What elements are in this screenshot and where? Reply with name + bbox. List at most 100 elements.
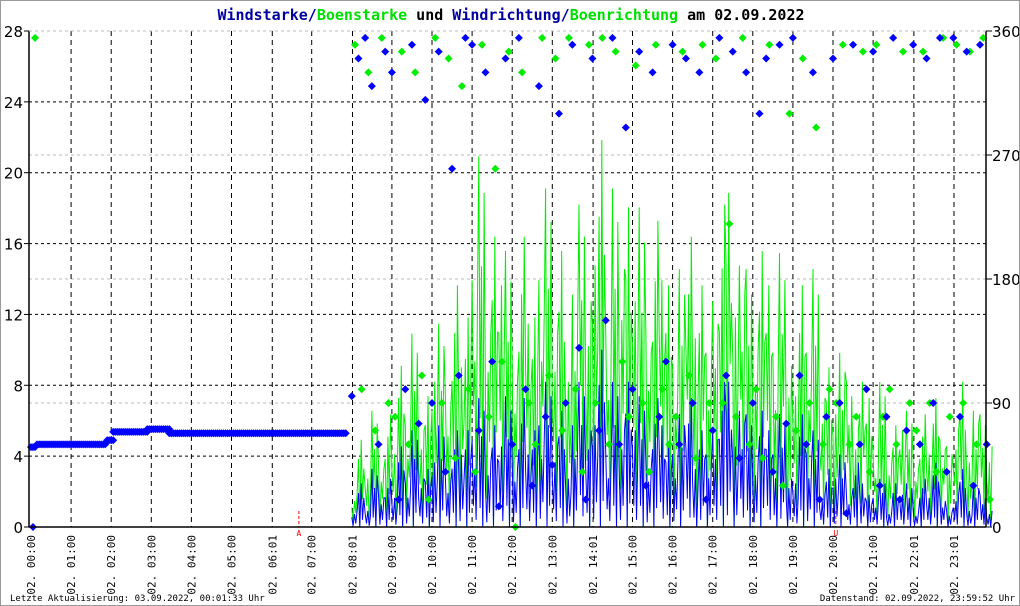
left-tick-label: 4	[13, 448, 23, 466]
wind-direction-point	[434, 47, 443, 56]
wind-direction-point	[588, 54, 597, 63]
wind-direction-point	[668, 40, 677, 49]
gust-direction-point	[564, 33, 573, 42]
wind-direction-point	[742, 68, 751, 77]
gust-direction-point	[558, 426, 567, 435]
gust-direction-point	[31, 33, 40, 42]
wind-direction-point	[361, 33, 370, 42]
right-tick-label: 180	[992, 271, 1020, 289]
x-tick-label: 02. 14:01	[587, 535, 600, 595]
title-part: und	[407, 6, 452, 24]
gust-direction-point	[959, 399, 968, 407]
data-marks: AU	[27, 33, 994, 538]
x-tick-label: 02. 13:00	[546, 535, 559, 595]
gust-direction-point	[885, 385, 894, 394]
wind-direction-point	[448, 164, 457, 173]
right-tick-label: 360	[992, 23, 1020, 41]
x-tick-label: 02. 15:00	[627, 535, 640, 595]
gust-direction-point	[765, 40, 774, 49]
wind-direction-point	[354, 54, 363, 63]
title-part: Windrichtung	[452, 6, 560, 24]
gust-direction-point	[892, 440, 901, 449]
wind-direction-point	[421, 95, 430, 104]
gust-direction-point	[665, 440, 674, 449]
gust-direction-point	[504, 47, 513, 56]
wind-direction-point	[488, 357, 497, 366]
x-tick-label: 02. 22:01	[908, 535, 921, 595]
gust-direction-point	[838, 40, 847, 49]
wind-direction-point	[461, 33, 470, 42]
wind-direction-point	[367, 82, 376, 91]
x-tick-label: 02. 17:00	[707, 535, 720, 595]
left-tick-label: 12	[4, 306, 23, 324]
x-tick-label: 02. 08:01	[346, 535, 359, 595]
wind-direction-point	[855, 440, 864, 449]
right-tick-label: 0	[992, 519, 1002, 537]
wind-direction-point	[608, 33, 617, 42]
wind-direction-point	[695, 68, 704, 77]
wind-direction-point	[621, 123, 630, 132]
wind-direction-point	[869, 47, 878, 56]
gust-direction-point	[725, 219, 734, 228]
gust-direction-point	[899, 47, 908, 56]
wind-direction-point	[875, 481, 884, 490]
left-tick-label: 20	[4, 165, 23, 183]
x-tick-label: 02. 19:00	[787, 535, 800, 595]
x-tick-label: 02. 03:00	[145, 535, 158, 595]
wind-chart: Windstarke/Boenstarke und Windrichtung/B…	[4, 6, 1020, 595]
wind-direction-point	[514, 33, 523, 42]
gust-direction-point	[364, 68, 373, 77]
x-tick-label: 02. 23:01	[948, 535, 961, 595]
sun-marker-label: U	[833, 529, 838, 538]
wind-direction-point	[722, 371, 731, 380]
wind-direction-point	[762, 54, 771, 63]
wind-direction-point	[949, 33, 958, 42]
gust-direction-point	[825, 385, 834, 394]
gust-direction-point	[919, 47, 928, 56]
title-part: /	[561, 6, 570, 24]
gust-direction-point	[457, 82, 466, 91]
wind-direction-point	[976, 40, 985, 49]
wind-direction-point	[681, 54, 690, 63]
gust-direction-point	[444, 54, 453, 63]
wind-direction-point	[788, 33, 797, 42]
gust-direction-point	[658, 385, 667, 394]
right-tick-label: 270	[992, 147, 1020, 165]
wind-direction-point	[922, 54, 931, 63]
wind-direction-point	[481, 68, 490, 77]
wind-direction-point	[387, 68, 396, 77]
data-status-text: Datenstand: 02.09.2022, 23:59:52 Uhr	[819, 594, 1015, 604]
x-tick-label: 02. 21:00	[867, 535, 880, 595]
wind-direction-point	[829, 54, 837, 63]
gust-direction-point	[578, 467, 587, 476]
wind-direction-point	[595, 426, 604, 435]
wind-direction-point	[347, 392, 356, 401]
wind-direction-point	[889, 33, 898, 42]
wind-direction-point	[708, 426, 717, 435]
wind-direction-point	[728, 47, 737, 56]
gust-direction-point	[397, 47, 406, 56]
x-tick-label: 02. 04:00	[185, 535, 198, 595]
x-tick-label: 02. 02:00	[105, 535, 118, 595]
gust-direction-point	[518, 68, 527, 77]
wind-direction-point	[755, 109, 764, 118]
gust-direction-point	[411, 68, 420, 77]
gust-direction-point	[598, 33, 607, 42]
chart-title: Windstarke/Boenstarke und Windrichtung/B…	[217, 6, 804, 24]
left-tick-label: 24	[4, 94, 23, 112]
wind-direction-point	[414, 419, 423, 428]
wind-direction-point	[401, 385, 410, 394]
wind-direction-point	[849, 40, 858, 49]
x-tick-label: 02. 16:00	[667, 535, 680, 595]
wind-direction-point	[909, 40, 918, 49]
left-tick-label: 8	[13, 377, 23, 395]
gust-direction-point	[985, 495, 994, 504]
gust-direction-point	[611, 47, 620, 56]
wind-direction-point	[568, 40, 577, 49]
x-tick-label: 02. 10:00	[426, 535, 439, 595]
gust-direction-point	[377, 33, 386, 42]
x-tick-label: 02. 20:00	[827, 535, 840, 595]
x-tick-label: 02. 09:00	[386, 535, 399, 595]
wind-direction-point	[902, 426, 911, 435]
gust-direction-point	[538, 33, 547, 42]
